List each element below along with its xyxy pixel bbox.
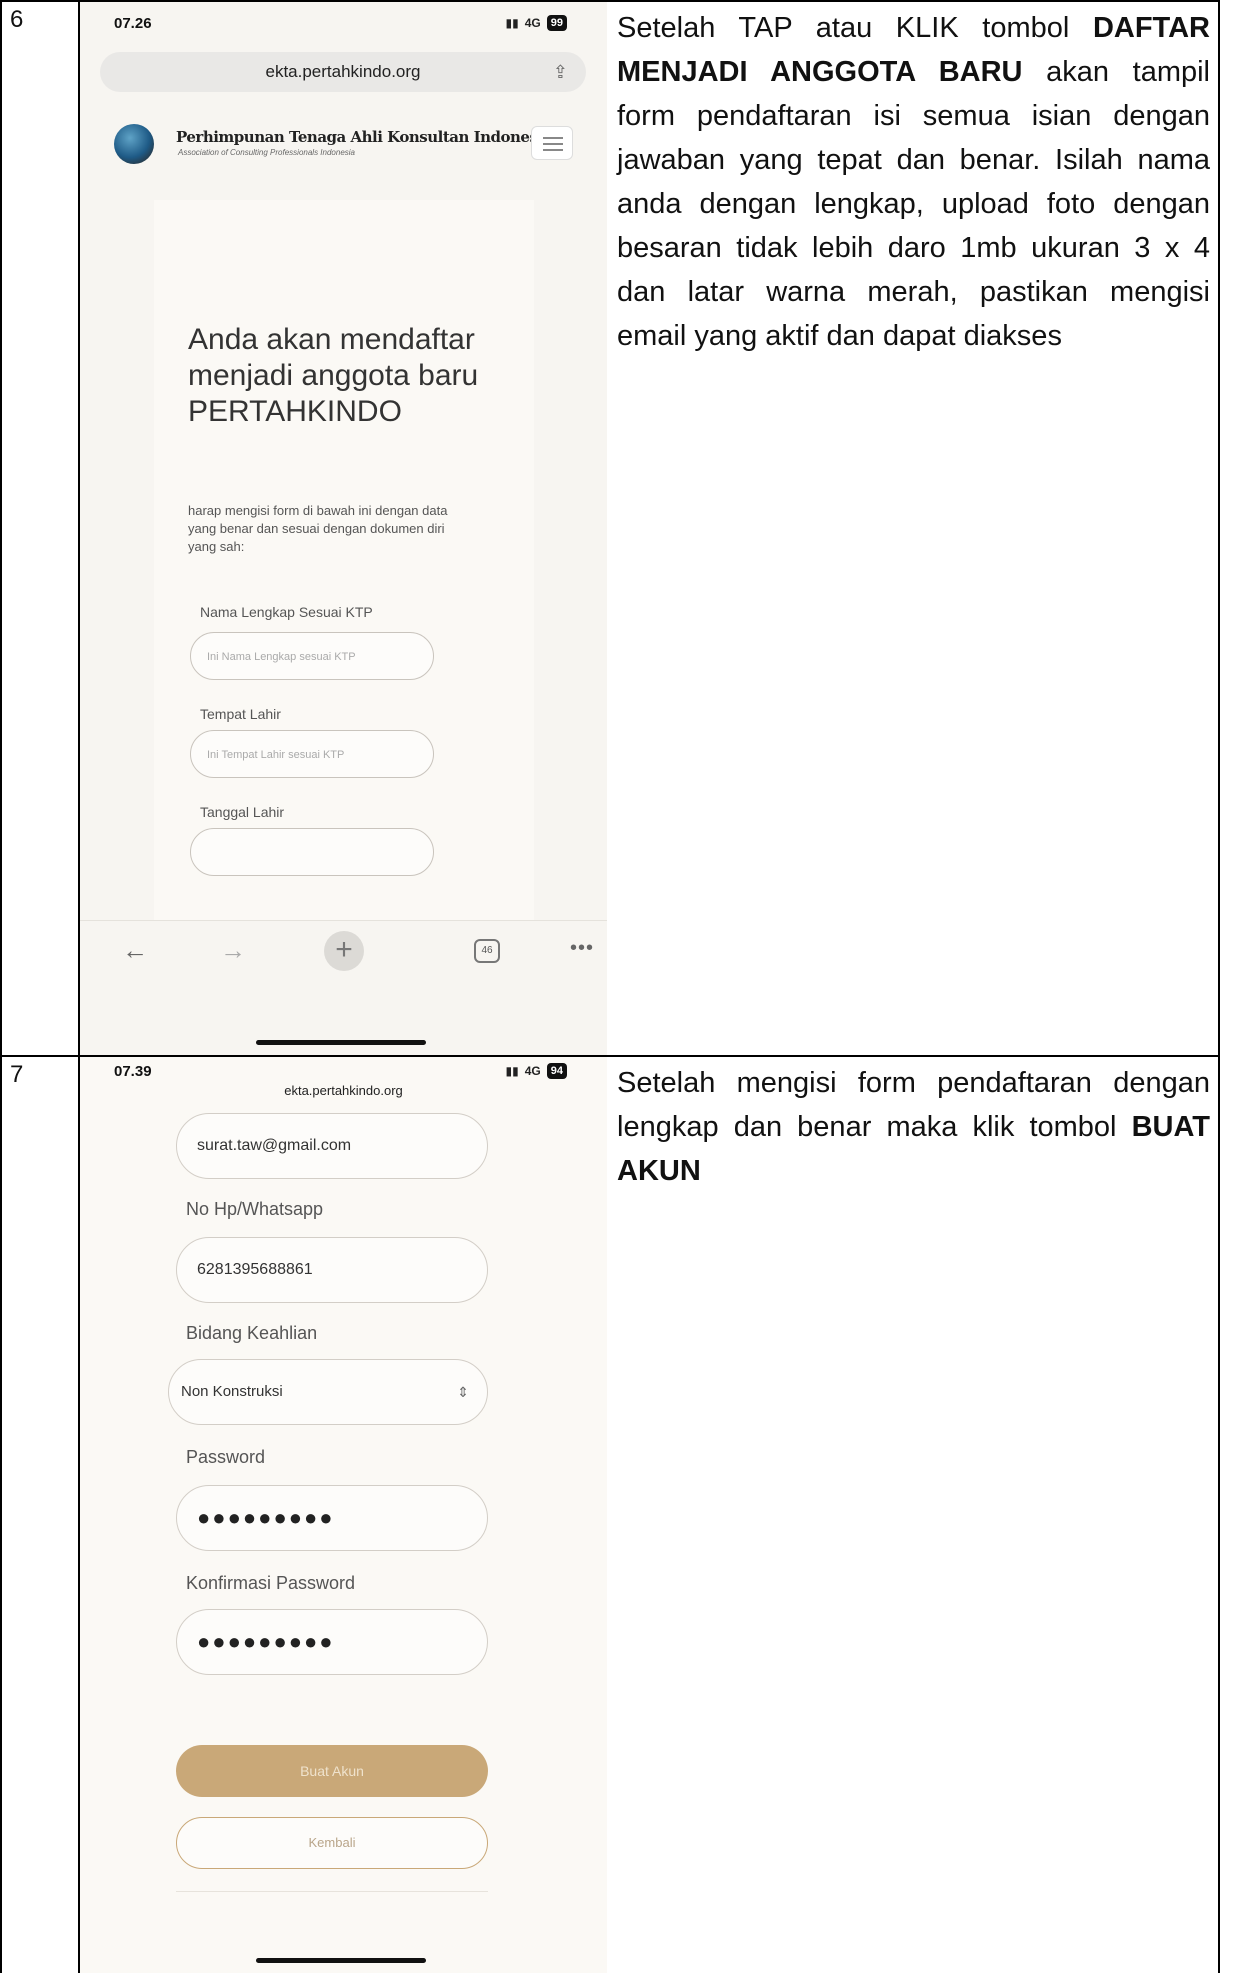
screenshot-cell: 07.26 ▮▮ 4G 99 ekta.pertahkindo.org ⇪ Pe… [78, 0, 607, 1057]
steps-table: 6 07.26 ▮▮ 4G 99 ekta.pertahkindo.org ⇪ [0, 0, 1220, 1973]
nama-input[interactable]: Ini Nama Lengkap sesuai KTP [190, 632, 434, 680]
signal-bars-icon: ▮▮ [505, 1064, 519, 1078]
form-intro: harap mengisi form di bawah ini dengan d… [188, 503, 448, 554]
hamburger-menu-icon[interactable] [531, 126, 573, 160]
bidang-select[interactable]: Non Konstruksi ⇕ [168, 1359, 488, 1425]
back-arrow-icon[interactable]: ← [122, 935, 148, 966]
signal-indicator: ▮▮ 4G 94 [506, 1063, 567, 1079]
url-text[interactable]: ekta.pertahkindo.org [80, 1083, 607, 1098]
tempat-lahir-input[interactable]: Ini Tempat Lahir sesuai KTP [190, 730, 434, 778]
field-label-tanggal-lahir: Tanggal Lahir [200, 804, 285, 820]
status-bar: 07.39 ▮▮ 4G 94 [80, 1057, 607, 1081]
status-bar: 07.26 ▮▮ 4G 99 [80, 2, 607, 38]
more-options-icon[interactable]: ••• [570, 937, 594, 960]
password-input[interactable]: ●●●●●●●●● [176, 1485, 488, 1551]
bidang-value: Non Konstruksi [181, 1383, 283, 1400]
network-type: 4G [524, 16, 541, 30]
phone-screenshot-account-form: 07.39 ▮▮ 4G 94 ekta.pertahkindo.org sura… [80, 1057, 607, 1973]
battery-icon: 94 [546, 1063, 567, 1079]
new-tab-plus-icon[interactable]: + [324, 931, 364, 971]
buat-akun-button[interactable]: Buat Akun [176, 1745, 488, 1797]
password-label: Password [186, 1447, 266, 1467]
phone-screenshot-registration-form: 07.26 ▮▮ 4G 99 ekta.pertahkindo.org ⇪ Pe… [80, 2, 607, 1055]
status-time: 07.26 [114, 15, 152, 32]
step-number: 7 [0, 1055, 80, 1973]
tanggal-lahir-input[interactable] [190, 828, 434, 876]
share-icon[interactable]: ⇪ [553, 52, 568, 92]
description-text: Setelah TAP atau KLIK tombol [617, 12, 1093, 44]
confirm-password-input[interactable]: ●●●●●●●●● [176, 1609, 488, 1675]
url-text: ekta.pertahkindo.org [265, 62, 421, 81]
brand-name: Perhimpunan Tenaga Ahli Konsultan Indone… [176, 128, 552, 146]
bidang-label: Bidang Keahlian [186, 1323, 318, 1343]
field-label-nama: Nama Lengkap Sesuai KTP [200, 604, 373, 620]
globe-logo-icon [114, 124, 154, 164]
home-indicator [256, 1040, 426, 1045]
step-row-6: 6 07.26 ▮▮ 4G 99 ekta.pertahkindo.org ⇪ [0, 0, 1220, 1057]
screenshot-cell: 07.39 ▮▮ 4G 94 ekta.pertahkindo.org sura… [78, 1055, 607, 1973]
battery-icon: 99 [546, 15, 567, 31]
phone-input[interactable]: 6281395688861 [176, 1237, 488, 1303]
select-chevron-icon: ⇕ [457, 1384, 469, 1400]
site-header: Perhimpunan Tenaga Ahli Konsultan Indone… [80, 114, 607, 178]
field-label-tempat-lahir: Tempat Lahir [200, 706, 281, 722]
email-input[interactable]: surat.taw@gmail.com [176, 1113, 488, 1179]
browser-toolbar: ← → + 46 ••• [80, 920, 607, 990]
brand-subtitle: Association of Consulting Professionals … [178, 148, 355, 157]
status-time: 07.39 [114, 1063, 152, 1080]
signal-indicator: ▮▮ 4G 99 [506, 15, 567, 31]
description-text-cont: akan tampil form pendaftaran isi semua i… [617, 56, 1211, 352]
step-row-7: 7 07.39 ▮▮ 4G 94 ekta.pertahkindo.org su… [0, 1055, 1220, 1973]
signal-bars-icon: ▮▮ [505, 16, 519, 30]
kembali-button[interactable]: Kembali [176, 1817, 488, 1869]
divider [176, 1891, 488, 1892]
home-indicator [256, 1958, 426, 1963]
forward-arrow-icon[interactable]: → [220, 935, 246, 966]
step-description: Setelah TAP atau KLIK tombol DAFTAR MENJ… [605, 0, 1220, 1057]
step-number: 6 [0, 0, 80, 1057]
address-bar[interactable]: ekta.pertahkindo.org ⇪ [100, 52, 586, 92]
tab-count-icon[interactable]: 46 [474, 939, 500, 963]
description-text: Setelah mengisi form pendaftaran dengan … [617, 1067, 1210, 1143]
confirm-password-label: Konfirmasi Password [186, 1573, 356, 1593]
step-description: Setelah mengisi form pendaftaran dengan … [605, 1055, 1220, 1973]
form-heading: Anda akan mendaftar menjadi anggota baru… [188, 323, 479, 428]
phone-label: No Hp/Whatsapp [186, 1199, 324, 1219]
network-type: 4G [524, 1064, 541, 1078]
